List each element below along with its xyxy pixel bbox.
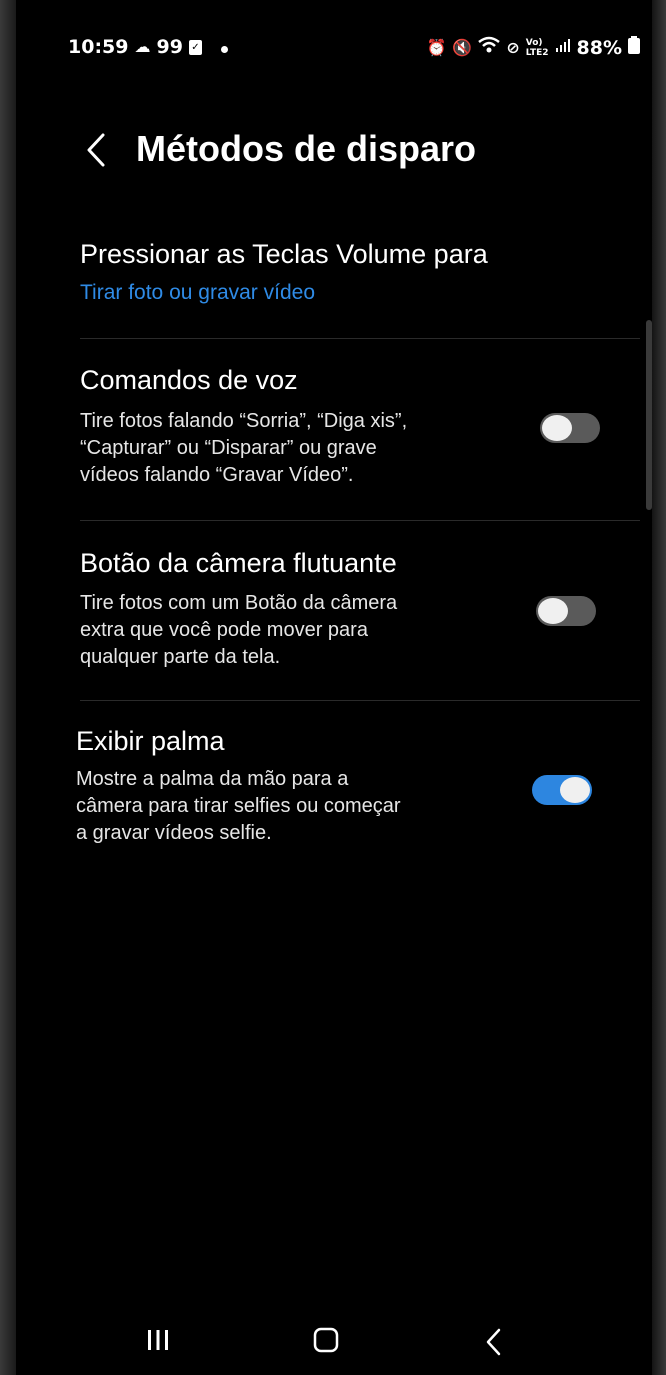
setting-description: Tire fotos falando “Sorria”, “Diga xis”,… [80, 408, 520, 489]
show-palm-toggle[interactable] [532, 775, 592, 805]
back-button[interactable] [80, 126, 112, 174]
divider [80, 338, 640, 339]
signal-icon [555, 37, 571, 58]
divider [80, 700, 640, 701]
setting-title: Botão da câmera flutuante [80, 548, 397, 578]
device-frame-left [0, 0, 16, 1375]
description-line: vídeos falando “Gravar Vídeo”. [80, 464, 354, 486]
nav-back-button[interactable] [474, 1320, 514, 1364]
setting-value-link: Tirar foto ou gravar vídeo [80, 281, 315, 304]
page-title: Métodos de disparo [136, 128, 477, 169]
device-frame-right [652, 0, 666, 1375]
mute-icon: 🔇 [452, 37, 473, 57]
description-line: qualquer parte da tela. [80, 646, 281, 668]
description-line: Mostre a palma da mão para a [76, 768, 349, 790]
chevron-left-icon [87, 133, 105, 167]
battery-icon [628, 36, 640, 59]
description-line: a gravar vídeos selfie. [76, 822, 272, 844]
setting-volume-keys[interactable]: Pressionar as Teclas Volume para Tirar f… [16, 225, 652, 320]
check-box-icon: ✓ [188, 39, 202, 55]
home-icon [313, 1327, 339, 1353]
toggle-knob [542, 415, 572, 441]
navigation-bar [16, 1300, 652, 1375]
setting-title: Pressionar as Teclas Volume para [80, 239, 488, 269]
no-disturb-icon: ⊘ [506, 37, 520, 57]
volte-icon: Vo) LTE2 [525, 37, 549, 58]
description-line: Tire fotos falando “Sorria”, “Diga xis”, [80, 410, 408, 432]
recents-button[interactable] [138, 1320, 178, 1360]
divider [80, 520, 640, 521]
description-line: “Capturar” ou “Disparar” ou grave [80, 437, 377, 459]
voice-commands-toggle[interactable] [540, 413, 600, 443]
setting-title: Comandos de voz [80, 365, 298, 395]
toggle-knob [560, 777, 590, 803]
description-line: Tire fotos com um Botão da câmera [80, 592, 398, 614]
alarm-icon: ⏰ [426, 37, 447, 57]
cloud-icon: ☁ [134, 37, 151, 56]
back-icon [486, 1328, 501, 1356]
setting-show-palm[interactable]: Exibir palma Mostre a palma da mão para … [16, 720, 652, 860]
setting-description: Tire fotos com um Botão da câmera extra … [80, 590, 520, 671]
app-header: Métodos de disparo [16, 110, 652, 190]
description-line: extra que você pode mover para [80, 619, 368, 641]
toggle-knob [538, 598, 568, 624]
setting-voice-commands[interactable]: Comandos de voz Tire fotos falando “Sorr… [16, 360, 652, 500]
recents-icon [148, 1330, 168, 1350]
notification-count: 99 [156, 36, 183, 58]
home-button[interactable] [306, 1320, 346, 1360]
status-time: 10:59 [68, 36, 129, 58]
setting-description: Mostre a palma da mão para a câmera para… [76, 766, 516, 847]
description-line: câmera para tirar selfies ou começar [76, 795, 401, 817]
screen: 10:59 ☁ 99 ✓ ⏰ 🔇 ⊘ Vo) LTE2 88% Métodos … [16, 0, 652, 1375]
notification-dot-icon [221, 46, 228, 53]
setting-floating-shutter[interactable]: Botão da câmera flutuante Tire fotos com… [16, 540, 652, 680]
scrollbar[interactable] [646, 320, 652, 510]
status-bar: 10:59 ☁ 99 ✓ ⏰ 🔇 ⊘ Vo) LTE2 88% [16, 30, 652, 70]
floating-shutter-toggle[interactable] [536, 596, 596, 626]
battery-percent: 88% [576, 36, 622, 59]
setting-title: Exibir palma [76, 726, 225, 756]
wifi-icon [478, 36, 501, 59]
